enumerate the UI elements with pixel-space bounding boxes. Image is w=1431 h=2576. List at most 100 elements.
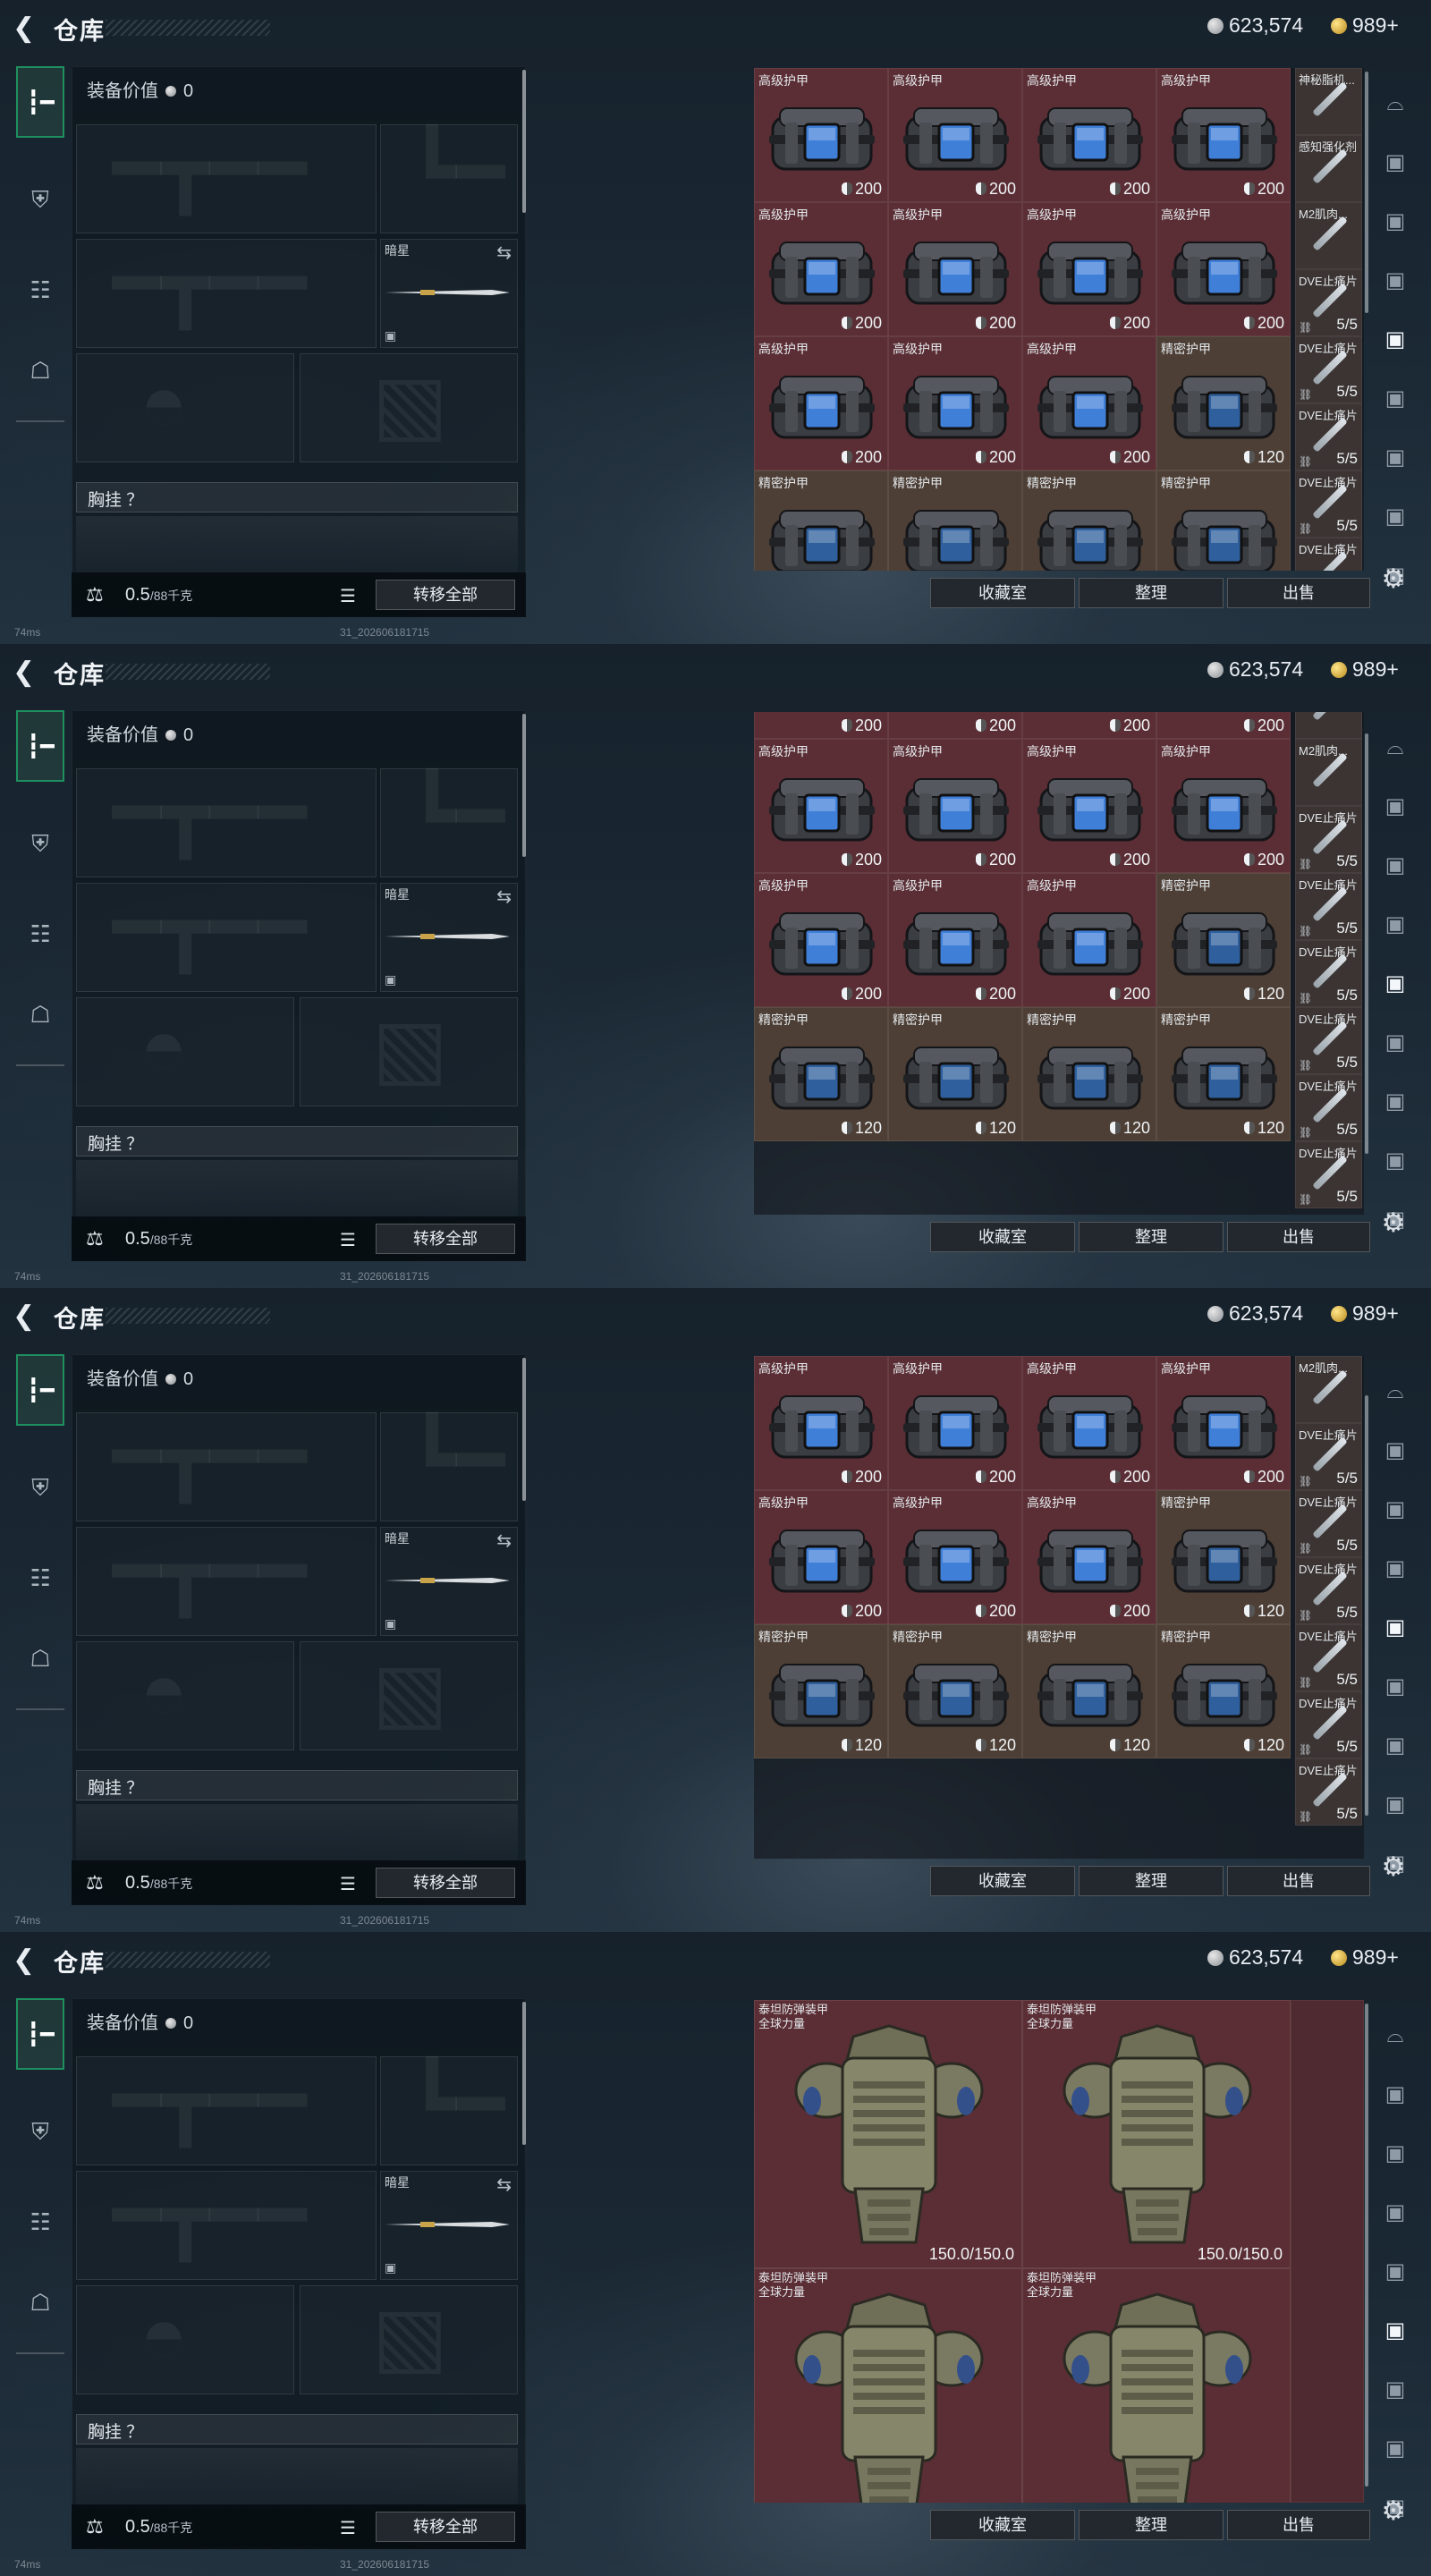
storage-filter-icon[interactable]: ▣	[1376, 787, 1415, 826]
tab-armor[interactable]: ⛨	[16, 1453, 64, 1524]
precision-armor-item[interactable]: 精密护甲120	[1156, 336, 1291, 470]
precision-armor-item[interactable]: 精密护甲120	[888, 470, 1022, 571]
chest-rig-slot[interactable]: 胸挂 ？	[76, 1126, 518, 1157]
consumable-item[interactable]: 感知强化剂	[1295, 712, 1362, 739]
storage-filter-icon[interactable]: ▣	[1376, 2429, 1415, 2469]
sort-button[interactable]: 整理	[1079, 1222, 1224, 1252]
tab-consumables[interactable]: ☷	[16, 254, 64, 326]
gear-icon[interactable]: ⚙	[1377, 1852, 1410, 1884]
storage-filter-icon[interactable]: ▣	[1376, 2193, 1415, 2233]
consumable-item[interactable]: DVE止痛片⛓5/5	[1295, 806, 1362, 873]
tab-weapons[interactable]: ┇━	[16, 1998, 64, 2070]
precision-armor-item[interactable]: 精密护甲120	[1022, 1624, 1156, 1758]
storage-filter-icon[interactable]: ▣	[1376, 2134, 1415, 2174]
advanced-armor-item[interactable]: 高级护甲200	[1022, 739, 1156, 873]
titan-armor-item[interactable]: 泰坦防弹装甲 全球力量 150.0/150.0	[1022, 2000, 1291, 2268]
tab-case[interactable]: ☖	[16, 979, 64, 1050]
transfer-all-button[interactable]: 转移全部	[376, 2512, 515, 2542]
consumable-item[interactable]: 感知强化剂	[1295, 135, 1362, 202]
primary-weapon-slot[interactable]: ━┳━━	[76, 1412, 377, 1521]
swap-icon[interactable]: ⇆	[496, 886, 512, 908]
transfer-all-button[interactable]: 转移全部	[376, 1224, 515, 1254]
advanced-armor-item[interactable]: 高级护甲200	[888, 202, 1022, 336]
helmet-slot[interactable]: ◓	[76, 353, 294, 462]
titan-armor-item[interactable]: 泰坦防弹装甲 全球力量	[754, 2268, 1022, 2503]
advanced-armor-item[interactable]: 高级护甲200	[1022, 712, 1156, 739]
storage-filter-icon[interactable]: ▣	[1376, 2075, 1415, 2114]
storage-filter-icon[interactable]: ▣	[1376, 1141, 1415, 1181]
melee-slot[interactable]: 暗星 ⇆ ▣	[380, 1527, 518, 1636]
advanced-armor-item[interactable]: 高级护甲200	[1022, 336, 1156, 470]
scrollbar[interactable]	[522, 1358, 526, 1501]
helmet-filter-icon[interactable]: ⌓	[1376, 728, 1415, 767]
helmet-slot[interactable]: ◓	[76, 1641, 294, 1750]
precision-armor-item[interactable]: 精密护甲120	[888, 1007, 1022, 1141]
pistol-slot[interactable]: ┗━	[380, 768, 518, 877]
gold-currency[interactable]: 989+	[1331, 1301, 1399, 1326]
storage-filter-icon[interactable]: ▣	[1376, 964, 1415, 1004]
helmet-slot[interactable]: ◓	[76, 2285, 294, 2394]
collection-room-button[interactable]: 收藏室	[930, 2510, 1075, 2540]
list-icon[interactable]: ☰	[340, 2517, 356, 2539]
sort-button[interactable]: 整理	[1079, 1866, 1224, 1896]
advanced-armor-item[interactable]: 高级护甲200	[754, 336, 888, 470]
storage-filter-icon[interactable]: ▣	[1376, 846, 1415, 886]
scrollbar[interactable]	[522, 2002, 526, 2145]
tab-consumables[interactable]: ☷	[16, 898, 64, 970]
consumable-item[interactable]: DVE止痛片⛓5/5	[1295, 470, 1362, 538]
advanced-armor-item[interactable]: 高级护甲200	[888, 1356, 1022, 1490]
consumable-item[interactable]: DVE止痛片⛓5/5	[1295, 538, 1362, 571]
storage-filter-icon[interactable]: ▣	[1376, 261, 1415, 301]
tab-weapons[interactable]: ┇━	[16, 66, 64, 138]
storage-filter-icon[interactable]: ▣	[1376, 202, 1415, 242]
tab-case[interactable]: ☖	[16, 335, 64, 406]
secondary-weapon-slot[interactable]: ━┳━━	[76, 1527, 377, 1636]
scrollbar[interactable]	[522, 70, 526, 213]
precision-armor-item[interactable]: 精密护甲120	[754, 470, 888, 571]
consumable-item[interactable]: DVE止痛片⛓5/5	[1295, 1691, 1362, 1758]
swap-icon[interactable]: ⇆	[496, 242, 512, 264]
consumable-item[interactable]: DVE止痛片⛓5/5	[1295, 1007, 1362, 1074]
advanced-armor-item[interactable]: 高级护甲200	[888, 1490, 1022, 1624]
swap-icon[interactable]: ⇆	[496, 1530, 512, 1552]
storage-filter-icon[interactable]: ▣	[1376, 1608, 1415, 1648]
list-icon[interactable]: ☰	[340, 1229, 356, 1251]
pistol-slot[interactable]: ┗━	[380, 124, 518, 233]
precision-armor-item[interactable]: 精密护甲120	[1156, 1624, 1291, 1758]
storage-filter-icon[interactable]: ▣	[1376, 379, 1415, 419]
precision-armor-item[interactable]: 精密护甲120	[1022, 470, 1156, 571]
tab-weapons[interactable]: ┇━	[16, 1354, 64, 1426]
back-icon[interactable]: ❮	[13, 1301, 43, 1332]
list-icon[interactable]: ☰	[340, 585, 356, 607]
consumable-item[interactable]: DVE止痛片⛓5/5	[1295, 1557, 1362, 1624]
gold-currency[interactable]: 989+	[1331, 13, 1399, 38]
gold-currency[interactable]: 989+	[1331, 657, 1399, 682]
consumable-item[interactable]: DVE止痛片⛓5/5	[1295, 940, 1362, 1007]
storage-filter-icon[interactable]: ▣	[1376, 1082, 1415, 1122]
advanced-armor-item[interactable]: 高级护甲200	[1022, 873, 1156, 1007]
melee-slot[interactable]: 暗星 ⇆ ▣	[380, 2171, 518, 2280]
consumable-item[interactable]: DVE止痛片⛓5/5	[1295, 1423, 1362, 1490]
storage-filter-icon[interactable]: ▣	[1376, 2311, 1415, 2351]
secondary-weapon-slot[interactable]: ━┳━━	[76, 239, 377, 348]
sell-button[interactable]: 出售	[1227, 578, 1370, 608]
collection-room-button[interactable]: 收藏室	[930, 578, 1075, 608]
advanced-armor-item[interactable]: 高级护甲200	[888, 739, 1022, 873]
secondary-weapon-slot[interactable]: ━┳━━	[76, 2171, 377, 2280]
gear-icon[interactable]: ⚙	[1377, 564, 1410, 596]
consumable-item[interactable]: DVE止痛片⛓5/5	[1295, 1141, 1362, 1208]
helmet-filter-icon[interactable]: ⌓	[1376, 2016, 1415, 2055]
storage-filter-icon[interactable]: ▣	[1376, 438, 1415, 478]
back-icon[interactable]: ❮	[13, 1945, 43, 1976]
precision-armor-item[interactable]: 精密护甲120	[1156, 470, 1291, 571]
gear-icon[interactable]: ⚙	[1377, 2496, 1410, 2528]
tab-armor[interactable]: ⛨	[16, 165, 64, 236]
back-icon[interactable]: ❮	[13, 13, 43, 44]
advanced-armor-item[interactable]: 高级护甲200	[754, 712, 888, 739]
advanced-armor-item[interactable]: 高级护甲200	[1156, 202, 1291, 336]
precision-armor-item[interactable]: 精密护甲120	[754, 1624, 888, 1758]
advanced-armor-item[interactable]: 高级护甲200	[888, 336, 1022, 470]
precision-armor-item[interactable]: 精密护甲120	[1022, 1007, 1156, 1141]
advanced-armor-item[interactable]: 高级护甲200	[754, 873, 888, 1007]
advanced-armor-item[interactable]: 高级护甲200	[754, 202, 888, 336]
